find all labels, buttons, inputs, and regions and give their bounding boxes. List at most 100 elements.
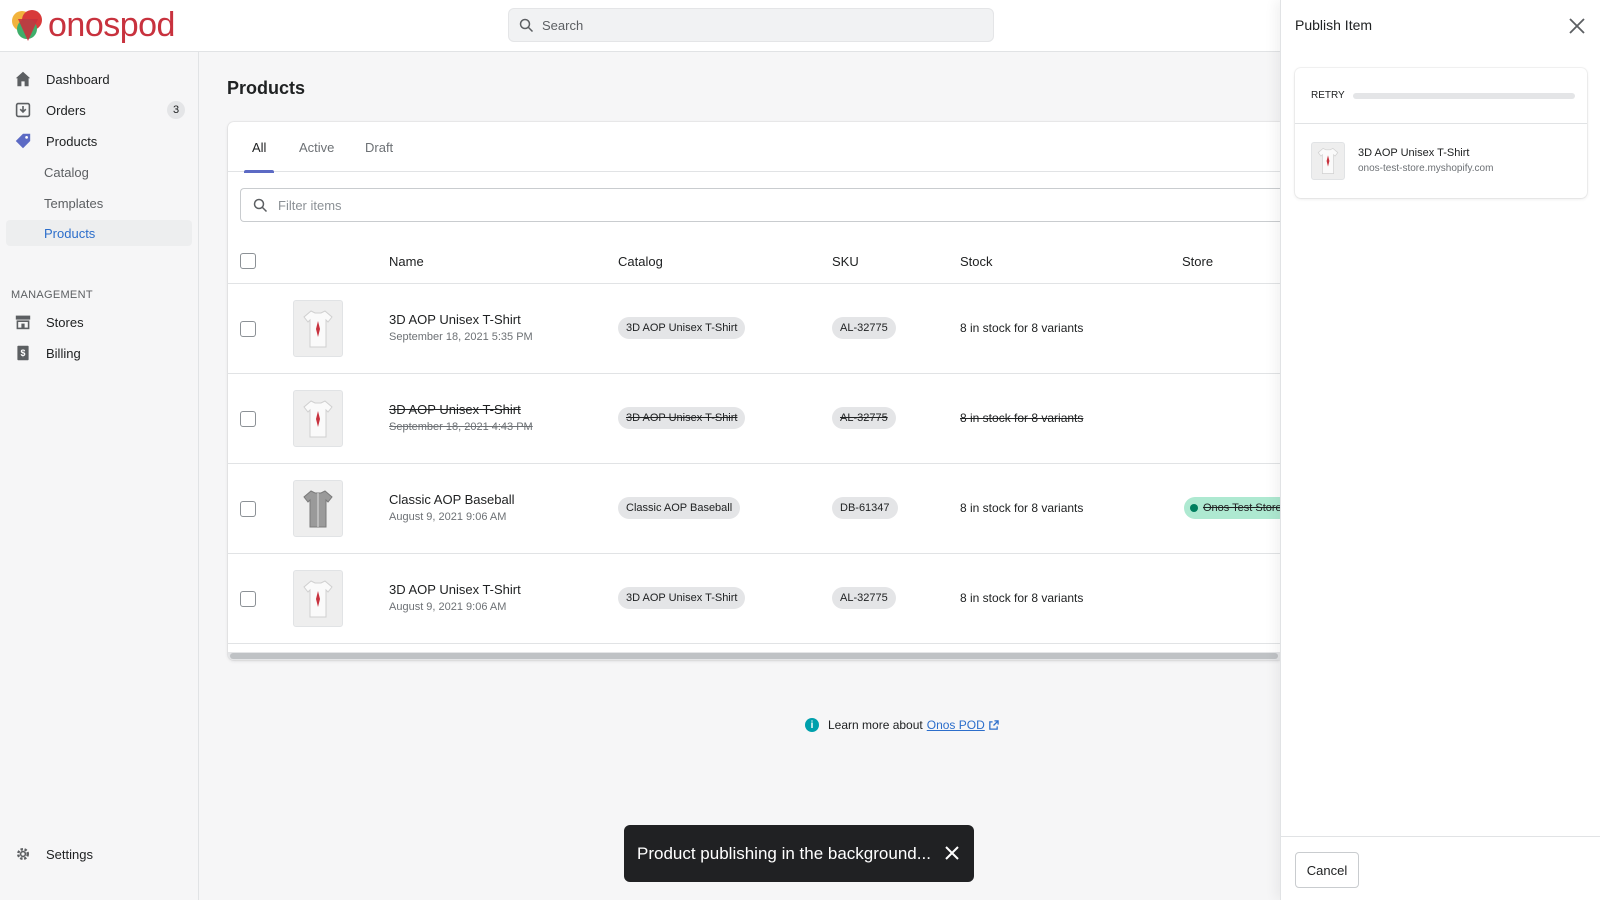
orders-icon (14, 101, 32, 119)
product-name[interactable]: 3D AOP Unisex T-Shirt (389, 582, 521, 597)
table-row[interactable]: 3D AOP Unisex T-Shirt August 9, 2021 9:0… (228, 554, 1280, 644)
catalog-badge: Classic AOP Baseball (618, 497, 741, 519)
table-row[interactable]: Classic AOP Baseball August 9, 2021 9:06… (228, 464, 1280, 554)
publish-item-name: 3D AOP Unisex T-Shirt (1358, 147, 1470, 159)
gear-icon (14, 845, 32, 863)
publish-item-thumbnail (1311, 142, 1345, 180)
logo-text: onospod (48, 6, 175, 44)
stock-text: 8 in stock for 8 variants (960, 321, 1084, 335)
sidebar-subitem-products[interactable]: Products (6, 220, 192, 246)
sidebar: Dashboard Orders 3 Products Catalog Temp… (0, 52, 199, 900)
sku-badge: AL-32775 (832, 407, 896, 429)
publish-progress-bar (1352, 92, 1575, 99)
search-placeholder: Search (542, 17, 584, 33)
orders-count-badge: 3 (167, 101, 185, 119)
row-checkbox[interactable] (240, 501, 256, 517)
tshirt-icon (303, 309, 333, 347)
home-icon (14, 70, 32, 88)
sidebar-subitem-templates[interactable]: Templates (44, 190, 103, 216)
management-section-label: MANAGEMENT (11, 289, 93, 301)
onos-pod-link[interactable]: Onos POD (927, 718, 985, 732)
select-all-checkbox[interactable] (240, 253, 256, 269)
table-header: Name Catalog SKU Stock Store (228, 238, 1280, 284)
sidebar-item-label: Stores (46, 314, 84, 330)
catalog-badge: 3D AOP Unisex T-Shirt (618, 587, 746, 609)
sidebar-item-settings[interactable]: Settings (0, 840, 199, 868)
status-dot-icon (1190, 504, 1198, 512)
column-header-sku[interactable]: SKU (832, 238, 859, 284)
product-name[interactable]: Classic AOP Baseball (389, 492, 515, 507)
publish-item-panel: Publish Item RETRY 3D AOP Unisex T-Shirt… (1280, 0, 1600, 900)
catalog-badge: 3D AOP Unisex T-Shirt (618, 407, 746, 429)
retry-row: RETRY (1295, 68, 1587, 124)
filter-input[interactable]: Filter items (240, 188, 1280, 222)
logo-mark-icon (10, 7, 46, 43)
sidebar-subitem-catalog[interactable]: Catalog (44, 159, 89, 185)
search-input[interactable]: Search (508, 8, 994, 42)
tab-all[interactable]: All (243, 122, 276, 173)
product-date: September 18, 2021 4:43 PM (389, 421, 533, 433)
sidebar-item-label: Dashboard (46, 71, 110, 87)
tab-active[interactable]: Active (299, 122, 334, 172)
learn-more-footer: i Learn more about Onos POD (805, 718, 999, 732)
column-header-store[interactable]: Store (1182, 238, 1213, 284)
product-thumbnail (293, 480, 343, 537)
tab-draft[interactable]: Draft (365, 122, 393, 172)
product-thumbnail (293, 570, 343, 627)
sidebar-item-label: Orders (46, 102, 86, 118)
sidebar-item-orders[interactable]: Orders 3 (0, 96, 199, 124)
external-link-icon[interactable] (988, 719, 999, 731)
search-icon (519, 18, 534, 32)
sidebar-item-stores[interactable]: Stores (0, 308, 199, 336)
product-date: September 18, 2021 5:35 PM (389, 331, 533, 343)
close-icon[interactable] (1567, 16, 1587, 36)
product-date: August 9, 2021 9:06 AM (389, 511, 507, 523)
sku-badge: AL-32775 (832, 317, 896, 339)
sidebar-item-billing[interactable]: $ Billing (0, 339, 199, 367)
tshirt-icon (303, 579, 333, 617)
info-icon: i (805, 718, 819, 732)
publish-item-store: onos-test-store.myshopify.com (1358, 163, 1494, 174)
close-icon[interactable] (942, 843, 962, 863)
horizontal-scrollbar[interactable] (228, 652, 1280, 660)
store-badge-label: Onos Test Store (1203, 502, 1280, 514)
store-badge: Onos Test Store (1184, 497, 1280, 519)
column-header-stock[interactable]: Stock (960, 238, 993, 284)
sku-badge: DB-61347 (832, 497, 898, 519)
panel-footer-divider (1281, 836, 1600, 837)
retry-button[interactable]: RETRY (1311, 90, 1345, 101)
row-checkbox[interactable] (240, 411, 256, 427)
logo[interactable]: onospod (10, 4, 175, 46)
row-checkbox[interactable] (240, 321, 256, 337)
scrollbar-thumb[interactable] (230, 653, 1278, 659)
svg-text:$: $ (21, 348, 26, 358)
product-date: August 9, 2021 9:06 AM (389, 601, 507, 613)
sidebar-item-label: Settings (46, 846, 93, 862)
stock-text: 8 in stock for 8 variants (960, 591, 1084, 605)
cancel-button[interactable]: Cancel (1295, 852, 1359, 888)
table-row[interactable]: 3D AOP Unisex T-Shirt September 18, 2021… (228, 374, 1280, 464)
sku-badge: AL-32775 (832, 587, 896, 609)
toast-notification: Product publishing in the background... (624, 825, 974, 882)
sidebar-item-dashboard[interactable]: Dashboard (0, 65, 199, 93)
product-name[interactable]: 3D AOP Unisex T-Shirt (389, 312, 521, 327)
table-row[interactable]: 3D AOP Unisex T-Shirt September 18, 2021… (228, 284, 1280, 374)
sidebar-item-products[interactable]: Products (0, 127, 199, 155)
search-icon (253, 198, 268, 212)
column-header-catalog[interactable]: Catalog (618, 238, 663, 284)
product-thumbnail (293, 300, 343, 357)
product-thumbnail (293, 390, 343, 447)
store-icon (14, 313, 32, 331)
catalog-badge: 3D AOP Unisex T-Shirt (618, 317, 746, 339)
sidebar-item-label: Products (46, 133, 98, 149)
tshirt-icon (1317, 147, 1339, 174)
products-card: All Active Draft Filter items Name Catal… (228, 122, 1280, 660)
column-header-name[interactable]: Name (389, 238, 424, 284)
billing-icon: $ (14, 344, 32, 362)
product-name[interactable]: 3D AOP Unisex T-Shirt (389, 402, 521, 417)
baseball-jersey-icon (303, 489, 333, 527)
row-checkbox[interactable] (240, 591, 256, 607)
toast-message: Product publishing in the background... (637, 843, 931, 863)
filter-placeholder: Filter items (278, 197, 342, 213)
stock-text: 8 in stock for 8 variants (960, 501, 1084, 515)
